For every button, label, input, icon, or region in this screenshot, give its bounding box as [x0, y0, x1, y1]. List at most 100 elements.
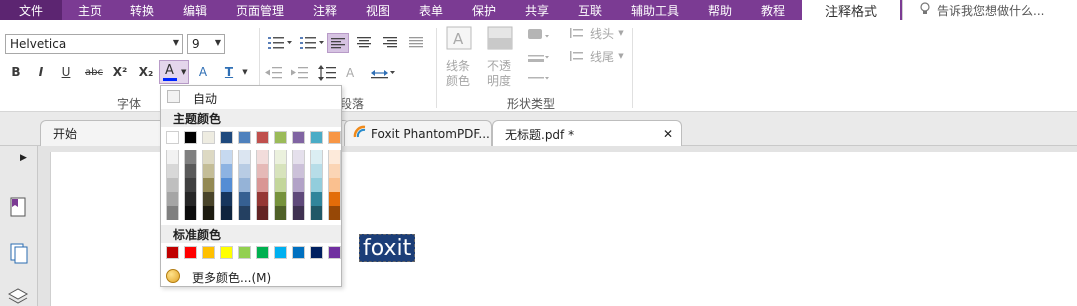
menu-connect[interactable]: 互联 [578, 0, 602, 20]
menu-help[interactable]: 帮助 [708, 0, 732, 20]
menu-comment[interactable]: 注释 [313, 0, 337, 20]
theme-shade-swatch[interactable] [274, 164, 287, 178]
theme-shade-swatch[interactable] [310, 164, 323, 178]
theme-color-swatch[interactable] [292, 131, 305, 144]
auto-color-option[interactable]: 自动 [161, 86, 341, 108]
theme-shade-swatch[interactable] [328, 150, 341, 164]
char-spacing-button[interactable]: A [194, 62, 212, 82]
chevron-down-icon[interactable]: ▼ [215, 38, 221, 47]
theme-shade-swatch[interactable] [310, 178, 323, 192]
line-tail-button[interactable]: 线尾 [589, 46, 615, 66]
tab-annotation-format[interactable]: 注释格式 [802, 0, 900, 20]
bullet-list-icon[interactable] [268, 36, 292, 53]
font-size-select[interactable]: 9 ▼ [187, 34, 225, 54]
font-color-button[interactable]: A ▼ [159, 60, 189, 84]
theme-shade-swatch[interactable] [292, 164, 305, 178]
standard-color-swatch[interactable] [328, 246, 341, 259]
menu-edit[interactable]: 编辑 [183, 0, 207, 20]
theme-shade-swatch[interactable] [238, 150, 251, 164]
standard-color-swatch[interactable] [256, 246, 269, 259]
underline-button[interactable]: U [58, 62, 74, 82]
bold-button[interactable]: B [8, 62, 24, 82]
theme-shade-swatch[interactable] [202, 192, 215, 206]
increase-indent-icon[interactable] [290, 66, 310, 83]
theme-shade-swatch[interactable] [310, 150, 323, 164]
line-head-icon[interactable] [569, 26, 585, 43]
standard-color-swatch[interactable] [220, 246, 233, 259]
opacity-icon[interactable] [486, 25, 514, 56]
theme-color-swatch[interactable] [202, 131, 215, 144]
theme-shade-swatch[interactable] [292, 178, 305, 192]
layers-icon[interactable] [7, 286, 29, 306]
strikethrough-button[interactable]: abc [82, 62, 106, 82]
theme-shade-swatch[interactable] [202, 206, 215, 220]
theme-shade-swatch[interactable] [202, 164, 215, 178]
standard-color-swatch[interactable] [292, 246, 305, 259]
menu-view[interactable]: 视图 [366, 0, 390, 20]
theme-shade-swatch[interactable] [202, 178, 215, 192]
theme-shade-swatch[interactable] [166, 164, 179, 178]
pages-icon[interactable] [9, 242, 29, 267]
line-head-button[interactable]: 线头 [589, 23, 615, 43]
theme-shade-swatch[interactable] [328, 178, 341, 192]
menu-home[interactable]: 主页 [78, 0, 102, 20]
line-tail-icon[interactable] [569, 49, 585, 66]
subscript-button[interactable]: X₂ [136, 62, 156, 82]
theme-shade-swatch[interactable] [220, 206, 233, 220]
spacing-adjust-icon[interactable] [370, 64, 396, 85]
chevron-down-icon[interactable]: ▼ [240, 62, 250, 82]
line-spacing-icon[interactable] [318, 64, 338, 85]
theme-shade-swatch[interactable] [184, 178, 197, 192]
theme-shade-swatch[interactable] [256, 150, 269, 164]
line-color-button[interactable]: 线条 颜色 [441, 58, 475, 90]
theme-shade-swatch[interactable] [292, 206, 305, 220]
line-color-icon[interactable]: A [445, 25, 473, 56]
menu-form[interactable]: 表单 [419, 0, 443, 20]
theme-shade-swatch[interactable] [310, 192, 323, 206]
align-right-icon[interactable] [381, 35, 399, 54]
theme-shade-swatch[interactable] [184, 150, 197, 164]
align-center-icon[interactable] [355, 35, 373, 54]
theme-color-swatch[interactable] [166, 131, 179, 144]
theme-shade-swatch[interactable] [328, 206, 341, 220]
theme-shade-swatch[interactable] [310, 206, 323, 220]
theme-color-swatch[interactable] [220, 131, 233, 144]
superscript-button[interactable]: X² [110, 62, 130, 82]
chevron-down-icon[interactable]: ▼ [616, 46, 626, 66]
theme-color-swatch[interactable] [310, 131, 323, 144]
menu-protect[interactable]: 保护 [472, 0, 496, 20]
theme-shade-swatch[interactable] [166, 178, 179, 192]
theme-shade-swatch[interactable] [166, 206, 179, 220]
opacity-button[interactable]: 不透 明度 [482, 58, 516, 90]
theme-shade-swatch[interactable] [238, 206, 251, 220]
standard-color-swatch[interactable] [238, 246, 251, 259]
menu-convert[interactable]: 转换 [130, 0, 154, 20]
theme-color-swatch[interactable] [328, 131, 341, 144]
close-icon[interactable]: ✕ [663, 127, 673, 141]
theme-shade-swatch[interactable] [220, 192, 233, 206]
theme-color-swatch[interactable] [274, 131, 287, 144]
bookmark-icon[interactable] [9, 196, 27, 221]
expand-panel-icon[interactable]: ▶ [20, 153, 27, 163]
theme-shade-swatch[interactable] [202, 150, 215, 164]
fill-color-icon[interactable] [524, 25, 552, 92]
theme-shade-swatch[interactable] [328, 164, 341, 178]
menu-file[interactable]: 文件 [0, 0, 62, 20]
tab-foxit-phantompdf[interactable]: Foxit PhantomPDF... [344, 120, 492, 146]
menu-accessibility[interactable]: 辅助工具 [631, 0, 679, 20]
standard-color-swatch[interactable] [274, 246, 287, 259]
font-name-select[interactable]: Helvetica ▼ [5, 34, 183, 54]
theme-shade-swatch[interactable] [256, 178, 269, 192]
theme-shade-swatch[interactable] [166, 150, 179, 164]
theme-shade-swatch[interactable] [256, 206, 269, 220]
menu-share[interactable]: 共享 [525, 0, 549, 20]
numbered-list-icon[interactable] [300, 36, 324, 53]
standard-color-swatch[interactable] [166, 246, 179, 259]
theme-shade-swatch[interactable] [238, 178, 251, 192]
selected-text-annotation[interactable]: foxit [359, 234, 416, 262]
char-direction-icon[interactable]: A [343, 64, 363, 85]
align-left-button[interactable] [327, 33, 349, 53]
tab-untitled-pdf[interactable]: 无标题.pdf * ✕ [492, 120, 682, 147]
standard-color-swatch[interactable] [202, 246, 215, 259]
menu-tutorial[interactable]: 教程 [761, 0, 785, 20]
